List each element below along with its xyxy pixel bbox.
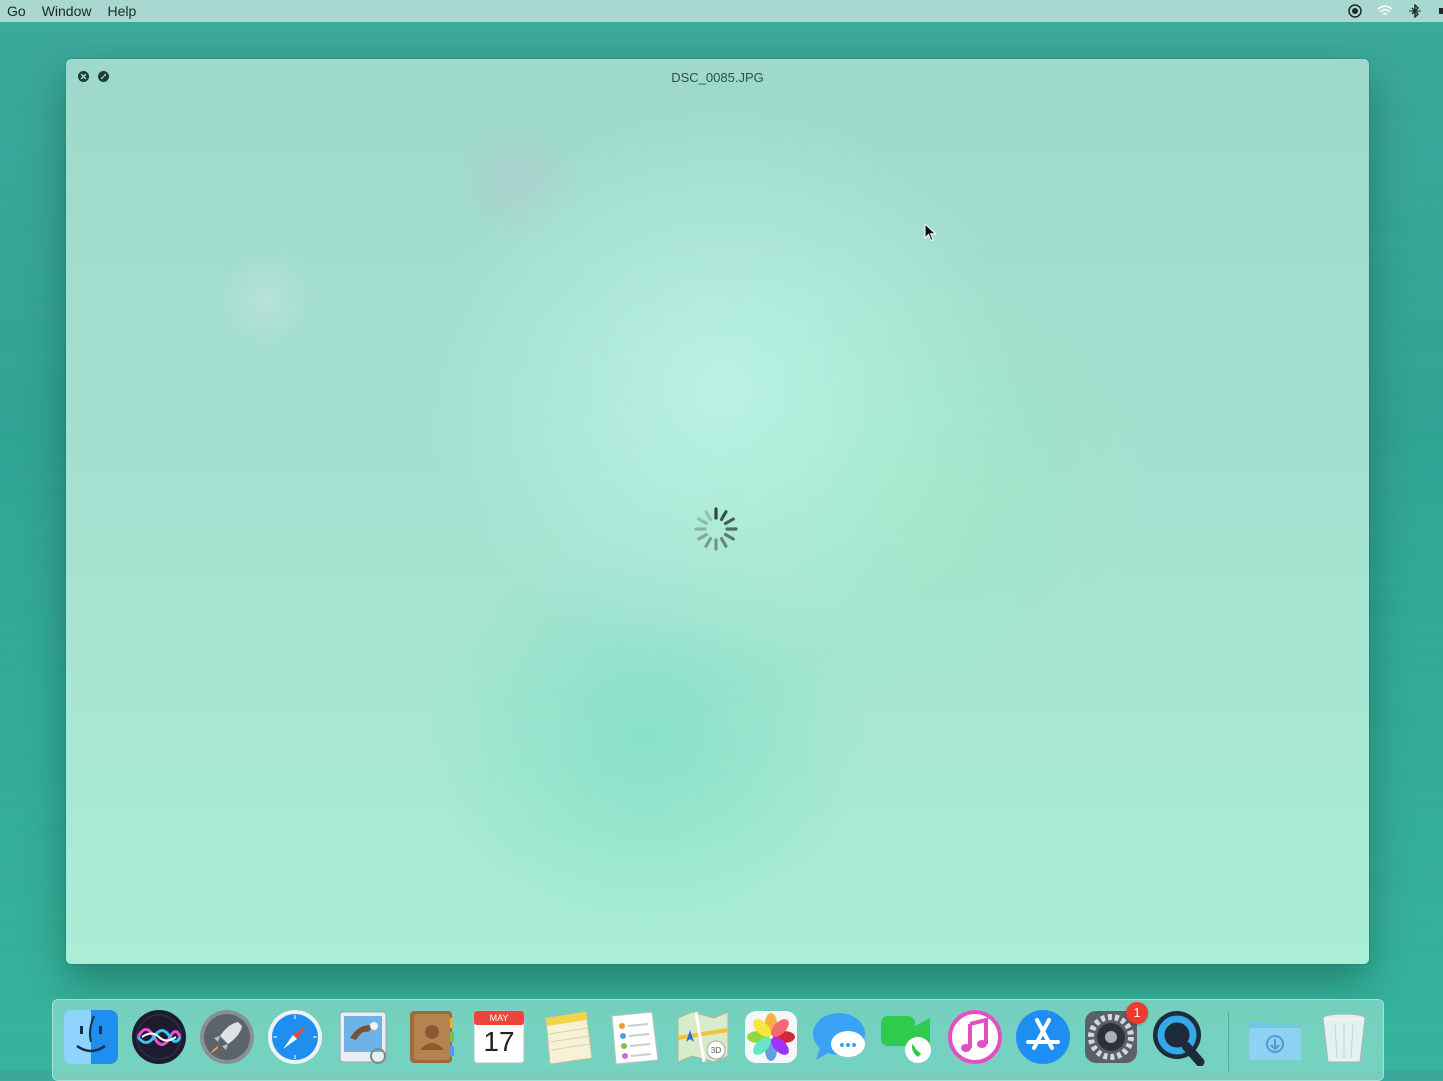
menu-bar: Go Window Help	[0, 0, 1443, 22]
trash-icon[interactable]	[1315, 1008, 1373, 1066]
window-titlebar[interactable]: DSC_0085.JPG	[66, 59, 1369, 95]
quicktime-icon[interactable]	[1150, 1008, 1208, 1067]
reminders-icon[interactable]	[606, 1008, 664, 1066]
notification-badge: 1	[1126, 1002, 1148, 1024]
messages-icon[interactable]	[810, 1008, 868, 1066]
finder-icon[interactable]	[62, 1008, 120, 1066]
app-store-icon[interactable]	[1014, 1008, 1072, 1066]
dock-separator	[1228, 1012, 1229, 1072]
window-title: DSC_0085.JPG	[671, 70, 764, 85]
preview-window: DSC_0085.JPG	[66, 59, 1369, 964]
contacts-icon[interactable]	[402, 1008, 460, 1066]
bluetooth-icon[interactable]	[1407, 3, 1423, 19]
downloads-folder-icon[interactable]	[1246, 1008, 1304, 1066]
itunes-icon[interactable]	[946, 1008, 1004, 1066]
notes-icon[interactable]	[538, 1008, 596, 1066]
screen-record-icon[interactable]	[1347, 3, 1363, 19]
menu-window[interactable]: Window	[34, 0, 100, 22]
battery-icon[interactable]	[1437, 3, 1443, 19]
menu-help[interactable]: Help	[99, 0, 144, 22]
system-preferences-icon[interactable]: 1	[1082, 1002, 1148, 1066]
menu-go[interactable]: Go	[0, 0, 34, 22]
loading-spinner-icon	[694, 507, 738, 551]
facetime-icon[interactable]	[878, 1008, 936, 1066]
safari-icon[interactable]	[266, 1008, 324, 1066]
maps-icon[interactable]: 3D	[674, 1008, 732, 1066]
siri-icon[interactable]	[130, 1008, 188, 1066]
photos-icon[interactable]	[742, 1008, 800, 1066]
calendar-day: 17	[483, 1026, 515, 1057]
dock: MAY 17 3D 1	[52, 999, 1384, 1081]
svg-text:3D: 3D	[711, 1046, 721, 1055]
wifi-icon[interactable]	[1377, 3, 1393, 19]
mail-icon[interactable]	[334, 1008, 392, 1066]
status-area	[1347, 0, 1443, 22]
calendar-month: MAY	[489, 1013, 509, 1023]
launchpad-icon[interactable]	[198, 1008, 256, 1066]
calendar-icon[interactable]: MAY 17	[470, 1008, 528, 1066]
mouse-pointer-icon	[924, 223, 937, 242]
